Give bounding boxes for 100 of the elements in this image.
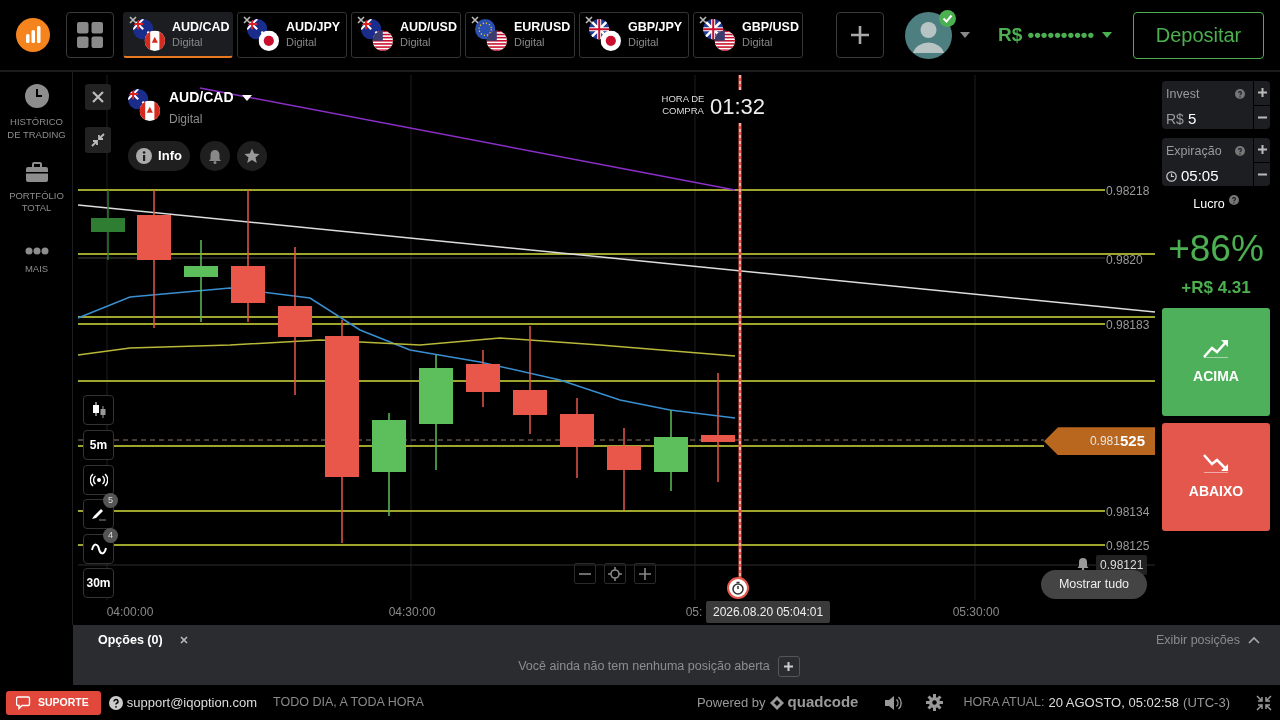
add-tab-button[interactable]	[836, 12, 884, 58]
price-label: 0.98134	[1106, 504, 1150, 521]
plus-icon	[850, 25, 870, 45]
put-button[interactable]: ABAIXO	[1162, 423, 1270, 532]
currency-flags-icon	[360, 18, 394, 52]
timeframe-button[interactable]: 5m	[83, 430, 114, 460]
settings-icon[interactable]	[926, 694, 944, 711]
help-icon	[1235, 89, 1245, 100]
caret-icon	[241, 94, 252, 101]
wave-icon	[90, 543, 107, 555]
invest-field[interactable]: Invest R$ 5	[1162, 81, 1270, 129]
briefcase-icon	[25, 161, 48, 182]
trend-down-icon	[1203, 452, 1229, 473]
support-email-link[interactable]: support@iqoption.com	[126, 692, 258, 713]
help-icon	[108, 695, 123, 710]
avatar[interactable]	[905, 11, 952, 59]
drawing-tools-button[interactable]	[83, 499, 114, 529]
close-icon[interactable]	[698, 15, 708, 25]
zoom-in-button[interactable]	[634, 563, 656, 584]
show-all-button[interactable]: Mostrar tudo	[1041, 570, 1147, 599]
stopwatch-icon	[727, 577, 749, 599]
candlestick	[466, 349, 500, 408]
asset-tab[interactable]: GBP/JPY Digital	[579, 12, 689, 58]
asset-selector[interactable]: AUD/CAD	[169, 87, 252, 108]
minimize-button[interactable]	[85, 127, 111, 153]
close-icon[interactable]	[178, 635, 189, 646]
currency-flags-icon	[474, 18, 508, 52]
currency-flags-icon	[127, 88, 161, 122]
deposit-button[interactable]: Depositar	[1133, 11, 1264, 59]
time-label: 04:00:00	[106, 604, 154, 621]
sidebar-item[interactable]: PORTFÓLIO TOTAL	[0, 155, 73, 216]
chart-type-button[interactable]	[83, 395, 114, 425]
fullscreen-icon[interactable]	[1256, 694, 1272, 711]
favorite-button[interactable]	[237, 141, 267, 171]
caret-icon	[960, 32, 970, 38]
timeframe-button[interactable]: 30m	[83, 568, 114, 598]
logo-icon[interactable]	[16, 18, 50, 52]
clock-icon	[24, 84, 49, 108]
add-position-button[interactable]	[777, 655, 800, 677]
currency-flags-icon	[132, 17, 166, 52]
count-badge: 4	[103, 528, 118, 543]
sidebar-item[interactable]: HISTÓRICO DE TRADING	[0, 82, 73, 142]
sidebar-item[interactable]: MAIS	[0, 229, 73, 277]
close-icon[interactable]	[470, 15, 480, 25]
field-label: Invest	[1166, 86, 1200, 103]
support-button[interactable]: SUPORTE	[6, 690, 101, 715]
help-icon	[1228, 195, 1239, 205]
asset-tab[interactable]: EUR/USD Digital	[465, 12, 575, 58]
timezone-text: (UTC-3)	[1183, 693, 1230, 712]
clock-icon	[1166, 170, 1177, 182]
asset-tab[interactable]: AUD/JPY Digital	[237, 12, 347, 58]
indicators-button[interactable]	[83, 534, 114, 564]
expiration-value: 05:05	[1181, 165, 1219, 186]
close-icon[interactable]	[128, 15, 138, 25]
price-label: 0.9820	[1106, 251, 1143, 269]
close-icon[interactable]	[242, 15, 252, 25]
speaker-icon[interactable]	[884, 694, 903, 711]
asset-tab[interactable]: AUD/CAD Digital	[123, 12, 233, 58]
candlestick-icon	[91, 402, 106, 418]
broadcast-icon	[89, 473, 108, 487]
compress-icon	[91, 133, 105, 147]
options-tab[interactable]: Opções (0)	[98, 631, 163, 650]
bell-icon	[208, 148, 222, 164]
pencil-icon	[90, 507, 107, 521]
plus-icon	[1257, 145, 1267, 155]
recenter-button[interactable]	[604, 563, 626, 584]
show-positions-toggle[interactable]: Exibir posições	[1155, 631, 1240, 650]
price-label: 0.98183	[1106, 316, 1150, 334]
close-chart-button[interactable]	[85, 84, 111, 110]
count-badge: 5	[103, 493, 118, 508]
asset-type-text: Digital	[169, 111, 203, 128]
asset-tab[interactable]: GBP/USD Digital	[693, 12, 803, 58]
field-label: Expiração	[1166, 143, 1222, 160]
close-icon[interactable]	[356, 15, 366, 25]
price-label: 0.98125	[1106, 538, 1150, 556]
chevron-up-icon[interactable]	[1248, 636, 1260, 645]
asset-tab[interactable]: AUD/USD Digital	[351, 12, 461, 58]
zoom-out-button[interactable]	[574, 563, 596, 584]
currency-flags-icon	[246, 18, 280, 52]
candlestick	[91, 189, 125, 261]
minus-icon	[579, 572, 591, 575]
balance-text[interactable]: R$ ••••••••••	[998, 20, 1095, 50]
info-button[interactable]: Info	[128, 141, 190, 171]
crosshair-icon	[608, 566, 622, 581]
close-icon[interactable]	[584, 15, 594, 25]
caret-icon	[1102, 32, 1113, 38]
brand-logo-icon	[769, 695, 784, 710]
star-icon	[244, 148, 260, 164]
trend-up-icon	[1203, 337, 1229, 358]
expiration-field[interactable]: Expiração 05:05	[1162, 138, 1270, 186]
current-time-text: 20 AGOSTO, 05:02:58	[1048, 693, 1180, 712]
signals-button[interactable]	[83, 465, 114, 495]
support-hours-text: TODO DIA, A TODA HORA	[273, 694, 424, 712]
cursor-time-label: 2026.08.20 05:04:01	[706, 601, 831, 623]
alert-button[interactable]	[200, 141, 230, 171]
grid-menu-button[interactable]	[66, 12, 114, 58]
info-icon	[136, 148, 153, 164]
invest-value: 5	[1187, 108, 1197, 129]
bell-icon[interactable]	[1077, 557, 1089, 570]
price-label: 0.98218	[1106, 183, 1150, 200]
